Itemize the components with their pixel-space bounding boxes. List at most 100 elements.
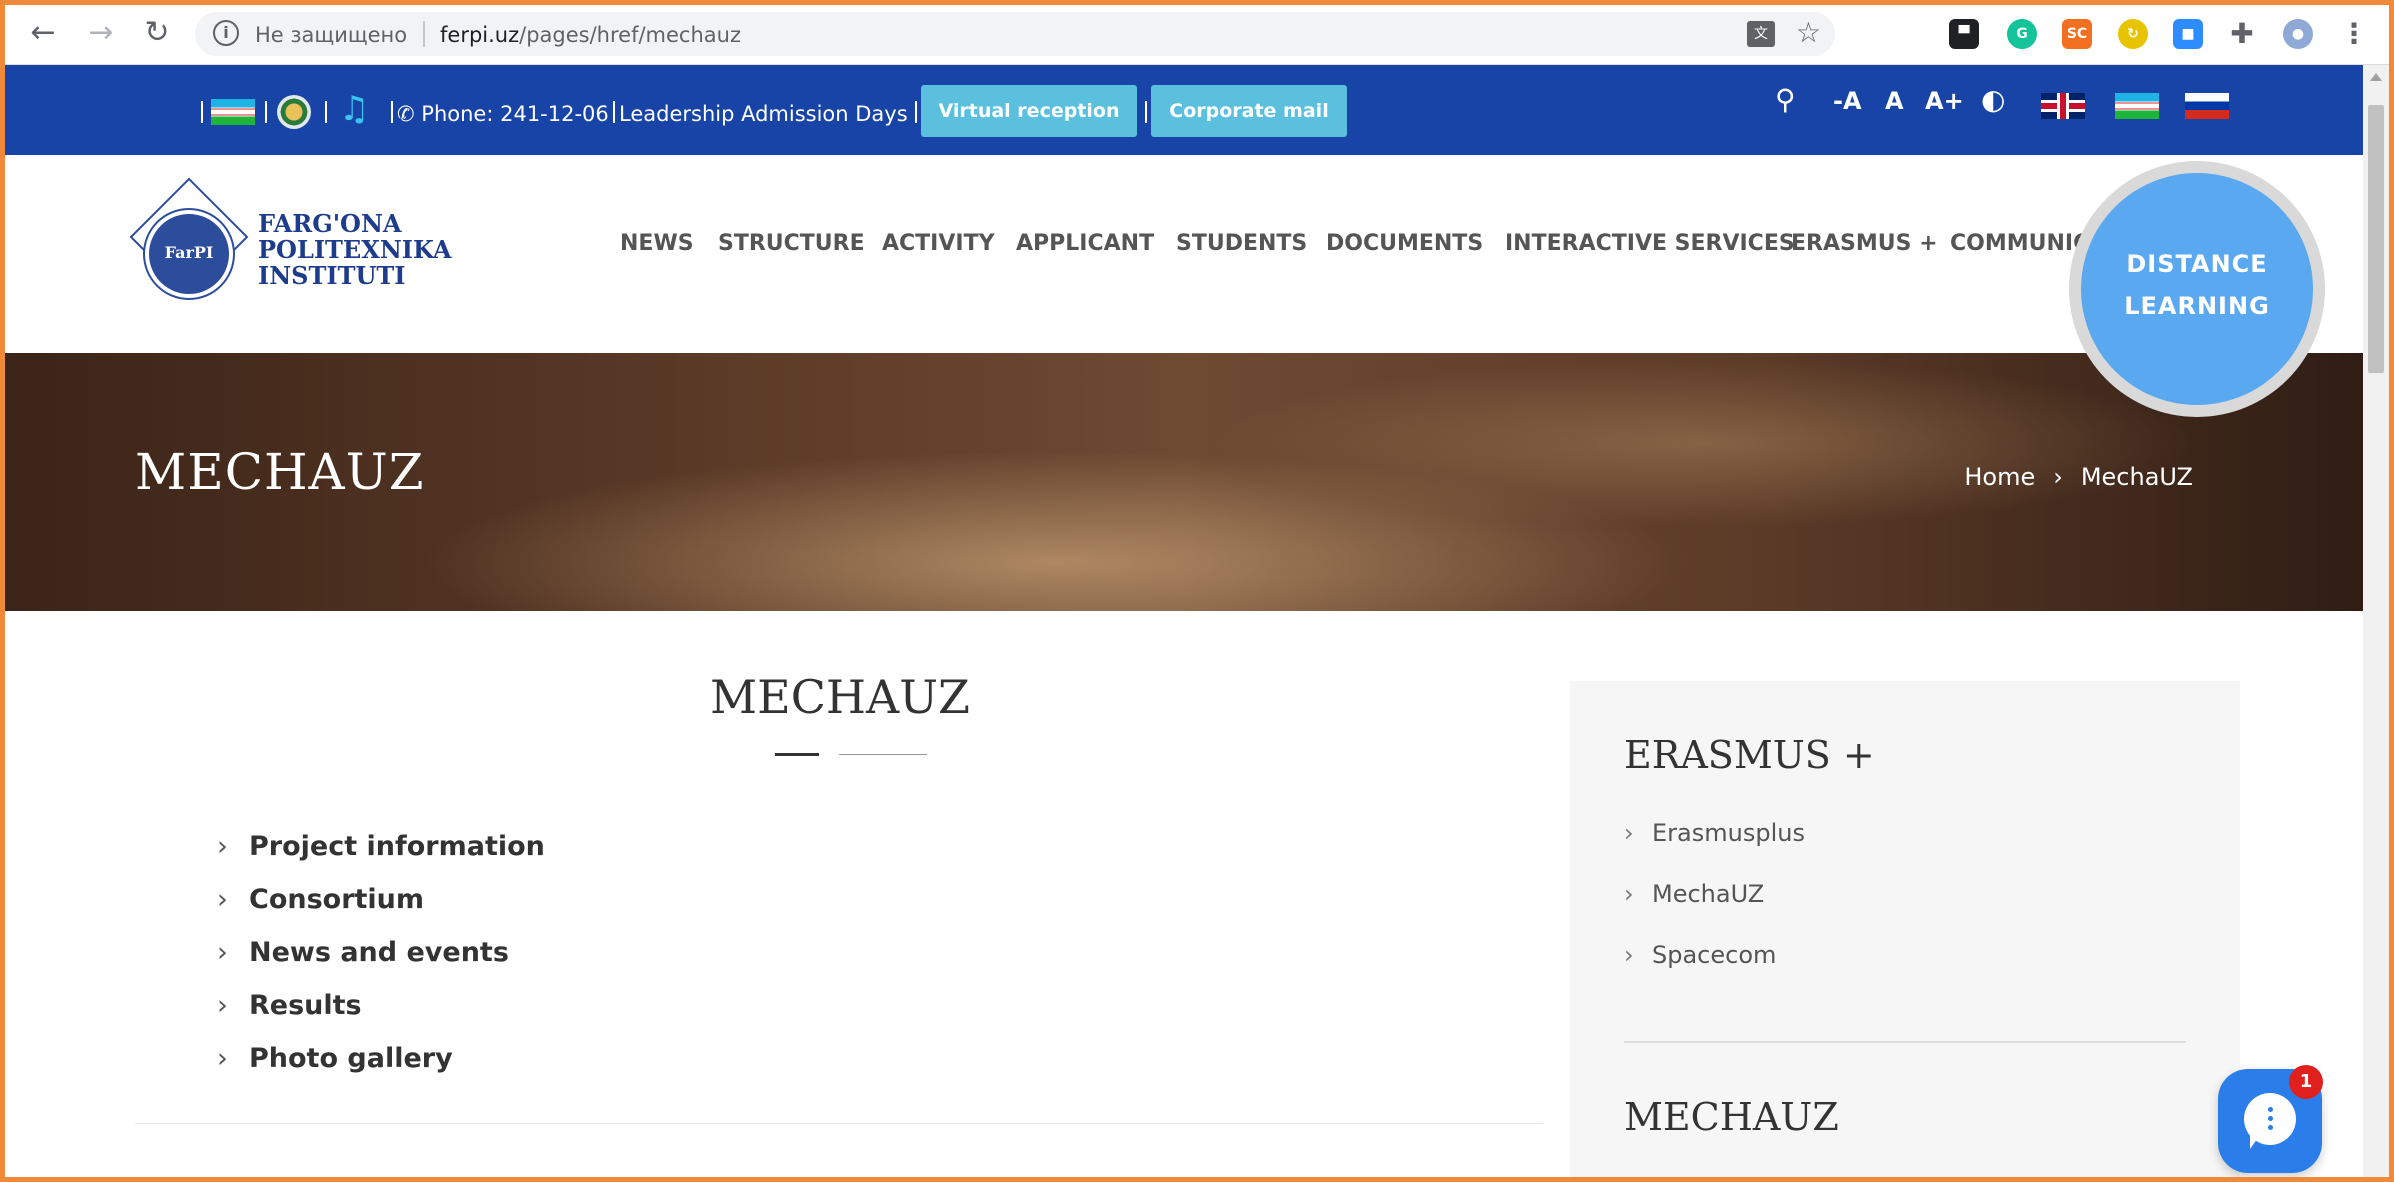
strip-separator (1145, 101, 1147, 123)
logo-emblem-text: FarPI (164, 243, 214, 262)
top-info-strip: ♫ ✆ Phone: 241-12-06 Leadership Admissio… (5, 65, 2389, 155)
address-separator (423, 21, 425, 47)
forward-icon[interactable]: → (83, 15, 119, 51)
chat-dot (2268, 1116, 2273, 1121)
text-larger-button[interactable]: A+ (1925, 87, 1964, 115)
page-frame: ← → ↻ i Не защищено ferpi.uz/pages/href/… (0, 0, 2394, 1182)
chat-unread-badge: 1 (2289, 1065, 2323, 1099)
state-emblem-icon[interactable] (277, 95, 311, 129)
sidebar-list: › Erasmusplus › MechaUZ › Spacecom (1624, 819, 1805, 1002)
sidebar: ERASMUS + › Erasmusplus › MechaUZ › Spaceco… (1570, 681, 2240, 1177)
sidebar-item-mechauz[interactable]: › MechaUZ (1624, 880, 1805, 941)
leadership-link[interactable]: Leadership Admission Days (619, 102, 908, 126)
extension-sc-icon[interactable]: SC (2062, 19, 2092, 49)
search-icon[interactable]: ⚲ (1775, 83, 1796, 116)
back-icon[interactable]: ← (25, 15, 61, 51)
menu-documents[interactable]: DOCUMENTS (1326, 231, 1483, 256)
uz-language-flag-icon[interactable] (2115, 93, 2159, 119)
site-header: FarPI FARG'ONA POLITEXNIKA INSTITUTI NEW… (5, 155, 2389, 353)
link-results[interactable]: Results (249, 990, 362, 1021)
list-item[interactable]: › Results (217, 990, 545, 1043)
chevron-right-icon: › (1624, 880, 1634, 908)
sidebar-item-spacecom[interactable]: › Spacecom (1624, 941, 1805, 1002)
ru-flag-icon[interactable] (2185, 93, 2229, 119)
info-icon[interactable]: i (213, 20, 239, 46)
url-path: /pages/href/mechauz (519, 23, 741, 47)
zoom-icon[interactable]: ■ (2173, 19, 2203, 49)
contrast-icon[interactable]: ◐ (1981, 83, 2005, 116)
chevron-right-icon: › (217, 884, 228, 915)
scroll-up-icon[interactable] (2370, 73, 2382, 81)
logo-line-1: FARG'ONA (258, 209, 402, 238)
title-underline (775, 753, 819, 756)
strip-separator (391, 101, 393, 123)
text-normal-button[interactable]: A (1885, 87, 1904, 115)
link-consortium[interactable]: Consortium (249, 884, 424, 915)
breadcrumb-home[interactable]: Home (1964, 463, 2035, 491)
chat-bubble-icon (2244, 1093, 2296, 1149)
text-smaller-button[interactable]: -A (1833, 87, 1862, 115)
virtual-reception-button[interactable]: Virtual reception (921, 85, 1137, 137)
sidebar-heading-mechauz: MECHAUZ (1624, 1095, 1839, 1139)
list-item[interactable]: › Project information (217, 831, 545, 884)
uk-flag-icon[interactable] (2041, 93, 2085, 119)
distance-learning-line-2: LEARNING (2124, 292, 2270, 320)
extensions-puzzle-icon[interactable]: ✚ (2227, 19, 2257, 49)
url-text[interactable]: ferpi.uz/pages/href/mechauz (440, 23, 741, 47)
browser-menu-icon[interactable]: ⋮ (2339, 19, 2369, 49)
menu-activity[interactable]: ACTIVITY (882, 231, 995, 256)
page-scrollbar[interactable] (2363, 65, 2389, 1177)
reload-icon[interactable]: ↻ (139, 15, 175, 51)
chevron-right-icon: › (1624, 819, 1634, 847)
link-photo-gallery[interactable]: Photo gallery (249, 1043, 453, 1074)
menu-news[interactable]: NEWS (620, 231, 694, 256)
list-item[interactable]: › Consortium (217, 884, 545, 937)
banner-title: MECHAUZ (135, 443, 425, 501)
bookmark-star-icon[interactable]: ☆ (1796, 16, 1821, 49)
chat-dot (2268, 1107, 2273, 1112)
menu-interactive-services[interactable]: INTERACTIVE SERVICES (1505, 231, 1795, 256)
corporate-mail-button[interactable]: Corporate mail (1151, 85, 1347, 137)
strip-separator (613, 101, 615, 123)
list-item[interactable]: › Photo gallery (217, 1043, 545, 1096)
link-news-and-events[interactable]: News and events (249, 937, 509, 968)
sidebar-item-erasmusplus[interactable]: › Erasmusplus (1624, 819, 1805, 880)
phone-contact: ✆ Phone: 241-12-06 (397, 102, 609, 126)
address-bar[interactable]: i Не защищено ferpi.uz/pages/href/mechau… (195, 12, 1835, 56)
distance-learning-button[interactable]: DISTANCE LEARNING (2081, 173, 2313, 405)
chat-dot (2268, 1125, 2273, 1130)
uz-flag-icon[interactable] (211, 99, 255, 125)
translate-icon[interactable]: 文 (1747, 21, 1775, 47)
insecure-label: Не защищено (255, 23, 408, 47)
sidebar-divider (1624, 1041, 2186, 1043)
grammarly-icon[interactable]: G (2007, 19, 2037, 49)
browser-toolbar: ← → ↻ i Не защищено ferpi.uz/pages/href/… (5, 5, 2389, 65)
logo-line-2: POLITEXNIKA (258, 235, 452, 264)
strip-separator (265, 101, 267, 123)
distance-learning-line-1: DISTANCE (2126, 250, 2268, 278)
menu-erasmus[interactable]: ERASMUS + (1791, 231, 1938, 256)
extension-icon-1[interactable]: ▀ (1949, 19, 1979, 49)
sidebar-item-label: MechaUZ (1652, 880, 1765, 908)
chevron-right-icon: › (217, 1043, 228, 1074)
menu-structure[interactable]: STRUCTURE (718, 231, 865, 256)
list-item[interactable]: › News and events (217, 937, 545, 990)
menu-applicant[interactable]: APPLICANT (1016, 231, 1154, 256)
anthem-music-icon[interactable]: ♫ (339, 89, 369, 129)
chevron-right-icon: › (217, 937, 228, 968)
sidebar-heading-erasmus: ERASMUS + (1624, 733, 1875, 777)
breadcrumb: Home › MechaUZ (1946, 463, 2193, 491)
title-underline-thin (839, 754, 927, 755)
breadcrumb-current: MechaUZ (2080, 463, 2193, 491)
link-project-information[interactable]: Project information (249, 831, 545, 862)
chevron-right-icon: › (217, 990, 228, 1021)
content-divider (135, 1123, 1543, 1124)
content-title: MECHAUZ (710, 670, 970, 724)
phone-text: Phone: 241-12-06 (421, 102, 609, 126)
profile-avatar[interactable]: ● (2283, 19, 2313, 49)
phone-icon: ✆ (397, 102, 415, 126)
menu-students[interactable]: STUDENTS (1176, 231, 1307, 256)
extension-icon-3[interactable]: ↻ (2118, 19, 2148, 49)
scroll-thumb[interactable] (2368, 105, 2384, 373)
logo-title[interactable]: FARG'ONA POLITEXNIKA INSTITUTI (258, 211, 452, 289)
